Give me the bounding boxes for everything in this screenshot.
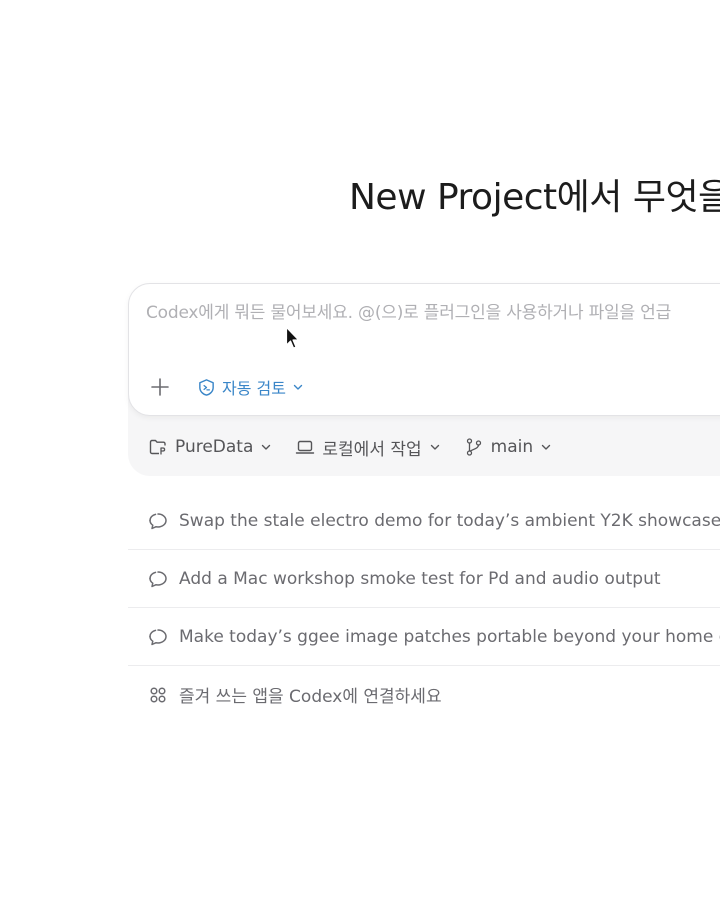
prompt-input[interactable]: Codex에게 뭐든 물어보세요. @(으)로 플러그인을 사용하거나 파일을 … bbox=[146, 302, 720, 324]
connect-apps-label: 즐겨 쓰는 앱을 Codex에 연결하세요 bbox=[179, 687, 442, 707]
work-mode-label: 로컬에서 작업 bbox=[322, 439, 422, 460]
suggestion-label: Add a Mac workshop smoke test for Pd and… bbox=[179, 568, 661, 589]
work-mode-selector[interactable]: 로컬에서 작업 bbox=[295, 435, 440, 460]
review-shield-icon bbox=[199, 378, 214, 396]
suggestion-item[interactable]: Add a Mac workshop smoke test for Pd and… bbox=[128, 550, 720, 608]
page-title: New Project에서 무엇을 bbox=[349, 177, 720, 218]
folder-icon bbox=[149, 439, 166, 455]
auto-review-button[interactable]: 자동 검토 bbox=[197, 374, 304, 400]
auto-review-label: 자동 검토 bbox=[222, 379, 286, 398]
suggestion-item[interactable]: Make today’s ggee image patches portable… bbox=[128, 608, 720, 666]
suggestion-list: Swap the stale electro demo for today’s … bbox=[128, 492, 720, 723]
chevron-down-icon bbox=[262, 444, 271, 450]
suggestion-label: Make today’s ggee image patches portable… bbox=[179, 626, 720, 647]
chevron-down-icon bbox=[541, 444, 551, 450]
chevron-down-icon bbox=[430, 444, 439, 450]
composer-box: Codex에게 뭐든 물어보세요. @(으)로 플러그인을 사용하거나 파일을 … bbox=[128, 283, 720, 416]
branch-selector[interactable]: main bbox=[464, 437, 552, 457]
composer-footer: PureData 로컬에서 작업 main bbox=[148, 434, 575, 460]
chat-bubble-icon bbox=[149, 628, 167, 645]
apps-grid-icon bbox=[150, 686, 166, 703]
mouse-pointer-icon bbox=[285, 326, 300, 349]
chat-bubble-icon bbox=[149, 570, 167, 587]
project-label: PureData bbox=[175, 437, 254, 457]
branch-label: main bbox=[490, 437, 534, 457]
suggestion-item[interactable]: Swap the stale electro demo for today’s … bbox=[128, 492, 720, 550]
plus-icon bbox=[151, 378, 169, 396]
suggestion-label: Swap the stale electro demo for today’s … bbox=[179, 510, 720, 531]
connect-apps-item[interactable]: 즐겨 쓰는 앱을 Codex에 연결하세요 bbox=[128, 666, 720, 723]
add-attachment-button[interactable] bbox=[149, 376, 171, 398]
chat-bubble-icon bbox=[149, 512, 167, 529]
codex-new-thread-page: New Project에서 무엇을 Codex에게 뭐든 물어보세요. @(으)… bbox=[0, 0, 720, 900]
project-selector[interactable]: PureData bbox=[148, 437, 272, 457]
chevron-down-icon bbox=[293, 384, 303, 390]
laptop-icon bbox=[296, 440, 315, 454]
git-branch-icon bbox=[466, 438, 481, 456]
